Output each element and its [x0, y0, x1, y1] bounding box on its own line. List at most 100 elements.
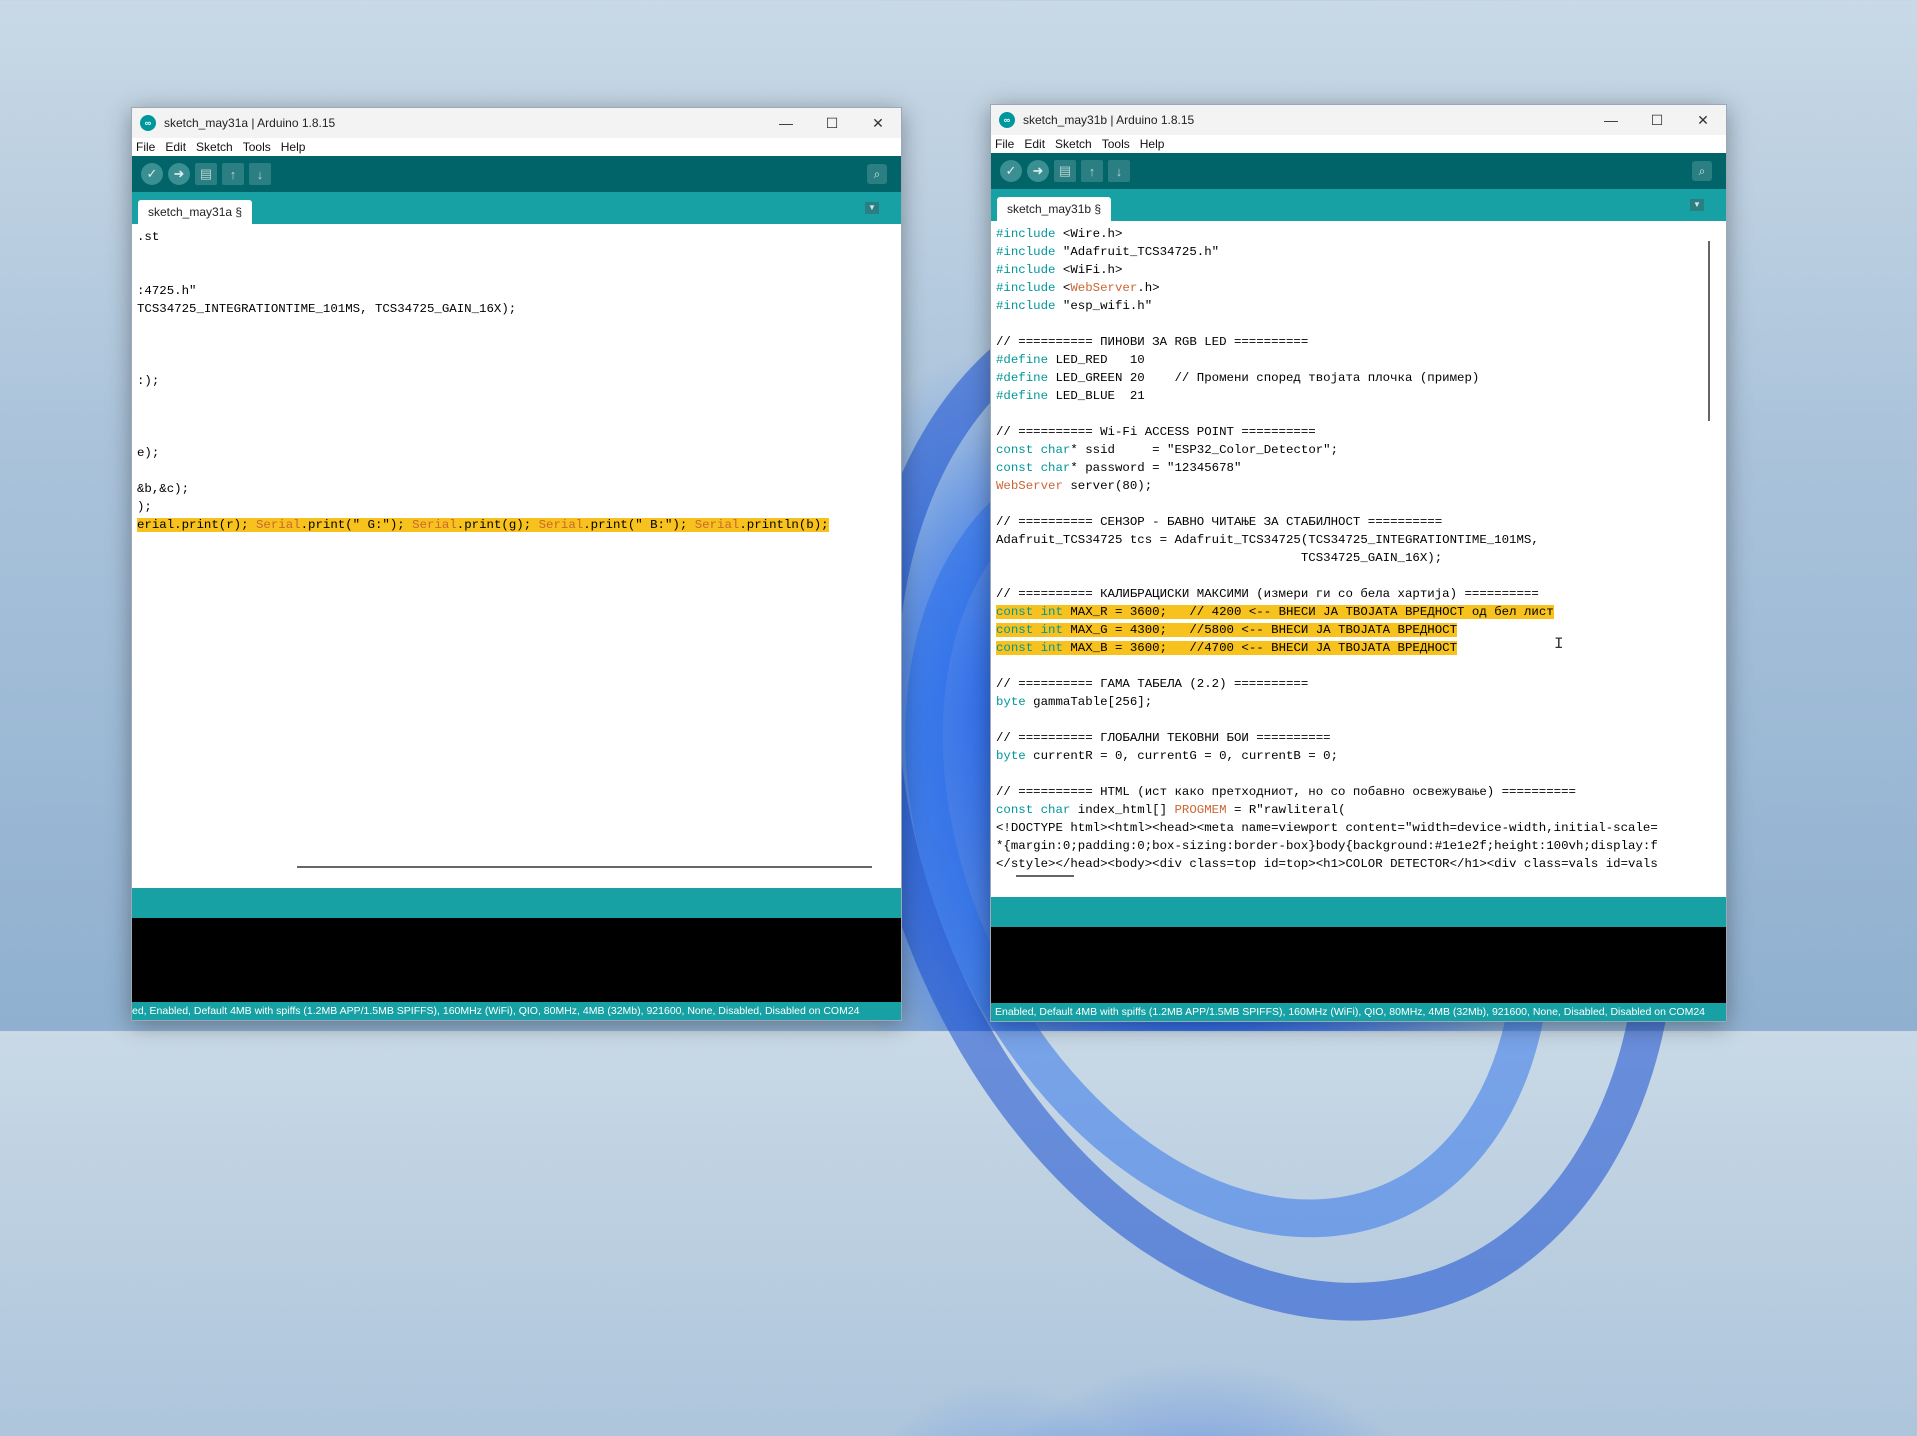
right-message-bar [991, 897, 1726, 927]
code-line: </style></head><body><div class=top id=t… [996, 857, 1658, 871]
code-line: #define LED_GREEN 20 // Промени според т… [996, 371, 1480, 385]
right-tabbar: sketch_may31b § ▼ [991, 189, 1726, 221]
text-cursor-icon: I [1554, 635, 1564, 653]
menu-edit[interactable]: Edit [165, 140, 186, 154]
left-toolbar: ✓ ➜ ▤ ↑ ↓ ⌕ [132, 156, 901, 192]
right-horizontal-scrollbar[interactable] [1016, 875, 1074, 877]
code-line: const int MAX_R = 3600; // 4200 <-- ВНЕС… [996, 605, 1554, 619]
menu-file[interactable]: File [136, 140, 155, 154]
code-line: WebServer server(80); [996, 479, 1153, 493]
left-status-text: ed, Enabled, Default 4MB with spiffs (1.… [132, 1005, 860, 1017]
menu-tools[interactable]: Tools [243, 140, 271, 154]
code-line: const int MAX_B = 3600; //4700 <-- ВНЕСИ… [996, 641, 1458, 655]
left-status-bar: ed, Enabled, Default 4MB with spiffs (1.… [132, 1002, 901, 1020]
save-icon[interactable]: ↓ [1108, 160, 1130, 182]
code-line: // ========== СЕНЗОР - БАВНО ЧИТАЊЕ ЗА С… [996, 515, 1443, 529]
code-line: // ========== Wi-Fi ACCESS POINT =======… [996, 425, 1316, 439]
maximize-icon[interactable]: ☐ [809, 108, 855, 138]
new-icon[interactable]: ▤ [195, 163, 217, 185]
menu-tools[interactable]: Tools [1102, 137, 1130, 151]
menu-file[interactable]: File [995, 137, 1014, 151]
left-titlebar: ∞ sketch_may31a | Arduino 1.8.15 — ☐ ✕ [132, 108, 901, 138]
new-icon[interactable]: ▤ [1054, 160, 1076, 182]
menu-sketch[interactable]: Sketch [196, 140, 233, 154]
right-status-text: Enabled, Default 4MB with spiffs (1.2MB … [995, 1006, 1706, 1018]
close-icon[interactable]: ✕ [855, 108, 901, 138]
menu-sketch[interactable]: Sketch [1055, 137, 1092, 151]
code-line: #include <WebServer.h> [996, 281, 1160, 295]
code-line: // ========== HTML (ист како претходниот… [996, 785, 1576, 799]
code-line: const char* password = "12345678" [996, 461, 1242, 475]
code-line: :4725.h" [137, 284, 197, 298]
upload-icon[interactable]: ➜ [1027, 160, 1049, 182]
minimize-icon[interactable]: — [1588, 105, 1634, 135]
right-menubar: File Edit Sketch Tools Help [991, 135, 1726, 153]
arduino-app-icon: ∞ [140, 115, 156, 131]
upload-icon[interactable]: ➜ [168, 163, 190, 185]
code-line: byte currentR = 0, currentG = 0, current… [996, 749, 1339, 763]
tab-menu-chevron-icon[interactable]: ▼ [865, 202, 879, 214]
code-line: Adafruit_TCS34725 tcs = Adafruit_TCS3472… [996, 533, 1539, 547]
maximize-icon[interactable]: ☐ [1634, 105, 1680, 135]
left-horizontal-scrollbar[interactable] [297, 866, 872, 868]
code-line: const char* ssid = "ESP32_Color_Detector… [996, 443, 1339, 457]
serial-monitor-icon[interactable]: ⌕ [1692, 161, 1712, 181]
right-arduino-window: ∞ sketch_may31b | Arduino 1.8.15 — ☐ ✕ F… [990, 104, 1727, 1022]
code-line: TCS34725_INTEGRATIONTIME_101MS, TCS34725… [137, 302, 517, 316]
tab-sketch-may31a[interactable]: sketch_may31a § [138, 200, 253, 224]
code-line: #include "esp_wifi.h" [996, 299, 1153, 313]
open-icon[interactable]: ↑ [222, 163, 244, 185]
menu-edit[interactable]: Edit [1024, 137, 1045, 151]
code-line: <!DOCTYPE html><html><head><meta name=vi… [996, 821, 1658, 835]
code-line: .st [137, 230, 160, 244]
save-icon[interactable]: ↓ [249, 163, 271, 185]
left-code-editor[interactable]: .st :4725.h" TCS34725_INTEGRATIONTIME_101… [137, 226, 889, 874]
code-line: e); [137, 446, 160, 460]
code-line: // ========== ГАМА ТАБЕЛА (2.2) ========… [996, 677, 1309, 691]
tab-menu-chevron-icon[interactable]: ▼ [1690, 199, 1704, 211]
close-icon[interactable]: ✕ [1680, 105, 1726, 135]
code-line: #include <WiFi.h> [996, 263, 1123, 277]
minimize-icon[interactable]: — [763, 108, 809, 138]
tab-sketch-may31b[interactable]: sketch_may31b § [997, 197, 1112, 221]
left-menubar: File Edit Sketch Tools Help [132, 138, 901, 156]
menu-help[interactable]: Help [281, 140, 306, 154]
open-icon[interactable]: ↑ [1081, 160, 1103, 182]
verify-icon[interactable]: ✓ [1000, 160, 1022, 182]
code-line: // ========== ГЛОБАЛНИ ТЕКОВНИ БОИ =====… [996, 731, 1331, 745]
left-window-title: sketch_may31a | Arduino 1.8.15 [164, 116, 336, 130]
code-line: ); [137, 500, 152, 514]
right-code-editor[interactable]: #include <Wire.h> #include "Adafruit_TCS3… [996, 223, 1718, 883]
left-console [132, 918, 901, 1002]
right-console [991, 927, 1726, 1003]
right-vertical-scrollbar[interactable] [1708, 241, 1710, 421]
code-line: :); [137, 374, 160, 388]
code-line: #define LED_RED 10 [996, 353, 1145, 367]
code-line: const char index_html[] PROGMEM = R"rawl… [996, 803, 1346, 817]
left-message-bar [132, 888, 901, 918]
code-line: TCS34725_GAIN_16X); [996, 551, 1443, 565]
arduino-app-icon: ∞ [999, 112, 1015, 128]
verify-icon[interactable]: ✓ [141, 163, 163, 185]
left-arduino-window: ∞ sketch_may31a | Arduino 1.8.15 — ☐ ✕ F… [131, 107, 902, 1021]
serial-monitor-icon[interactable]: ⌕ [867, 164, 887, 184]
code-line: &b,&c); [137, 482, 190, 496]
right-toolbar: ✓ ➜ ▤ ↑ ↓ ⌕ [991, 153, 1726, 189]
menu-help[interactable]: Help [1140, 137, 1165, 151]
code-line: erial.print(r); Serial.print(" G:"); Ser… [137, 518, 829, 532]
code-line: #include "Adafruit_TCS34725.h" [996, 245, 1220, 259]
code-line: // ========== ПИНОВИ ЗА RGB LED ========… [996, 335, 1309, 349]
left-code-lines: .st :4725.h" TCS34725_INTEGRATIONTIME_101… [137, 226, 889, 534]
